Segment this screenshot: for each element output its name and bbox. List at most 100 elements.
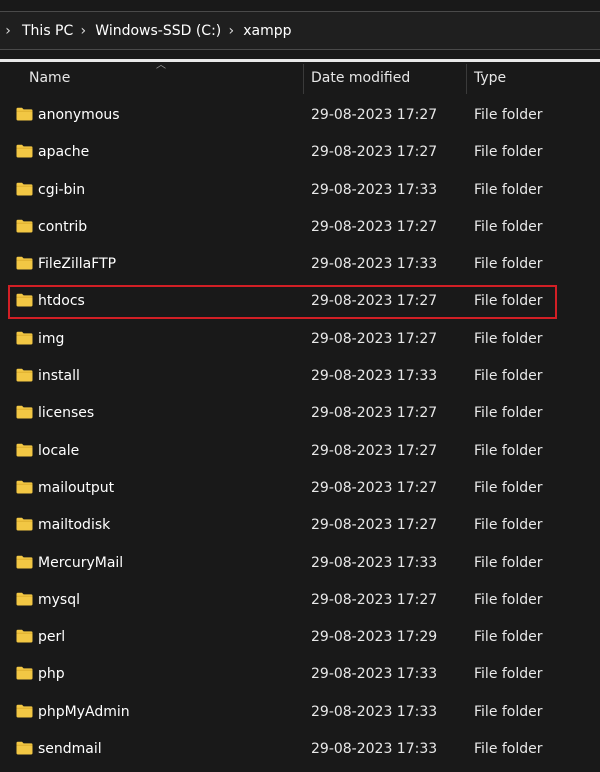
list-item[interactable]: FileZillaFTP 29-08-2023 17:33 File folder	[0, 246, 600, 283]
list-item[interactable]: cgi-bin 29-08-2023 17:33 File folder	[0, 172, 600, 209]
date-modified: 29-08-2023 17:27	[311, 479, 438, 496]
date-modified: 29-08-2023 17:33	[311, 703, 438, 720]
folder-icon	[16, 331, 33, 345]
folder-icon	[16, 741, 33, 755]
address-bar[interactable]: › This PC › Windows-SSD (C:) › xampp	[0, 11, 600, 50]
folder-icon	[16, 518, 33, 531]
folder-icon	[16, 219, 33, 233]
date-modified: 29-08-2023 17:29	[311, 629, 438, 646]
date-modified: 29-08-2023 17:27	[311, 218, 438, 235]
file-type: File folder	[474, 703, 543, 720]
breadcrumb-this-pc[interactable]: This PC	[22, 23, 73, 39]
date-modified: 29-08-2023 17:33	[311, 666, 438, 683]
folder-icon	[16, 555, 33, 569]
list-item[interactable]: contrib 29-08-2023 17:27 File folder	[0, 209, 600, 246]
date-modified: 29-08-2023 17:33	[311, 741, 438, 758]
file-name: licenses	[38, 405, 95, 422]
file-name: perl	[38, 629, 66, 646]
column-divider[interactable]	[466, 64, 467, 94]
file-name: apache	[38, 144, 90, 161]
date-modified: 29-08-2023 17:27	[311, 405, 438, 422]
list-item[interactable]: anonymous 29-08-2023 17:27 File folder	[0, 97, 600, 134]
file-type: File folder	[474, 517, 543, 534]
file-name: mailtodisk	[38, 517, 111, 534]
chevron-right-icon[interactable]: ›	[77, 23, 89, 39]
file-type: File folder	[474, 181, 543, 198]
breadcrumb-windows-ssd[interactable]: Windows-SSD (C:)	[95, 23, 221, 39]
list-item[interactable]: sendmail 29-08-2023 17:33 File folder	[0, 731, 600, 768]
list-item[interactable]: install 29-08-2023 17:33 File folder	[0, 358, 600, 395]
list-item[interactable]: mailtodisk 29-08-2023 17:27 File folder	[0, 507, 600, 544]
date-modified: 29-08-2023 17:33	[311, 181, 438, 198]
list-item[interactable]: php 29-08-2023 17:33 File folder	[0, 656, 600, 693]
list-item[interactable]: perl 29-08-2023 17:29 File folder	[0, 619, 600, 656]
file-type: File folder	[474, 405, 543, 422]
file-type: File folder	[474, 666, 543, 683]
file-name: MercuryMail	[38, 554, 124, 571]
list-item[interactable]: apache 29-08-2023 17:27 File folder	[0, 134, 600, 171]
breadcrumb-xampp[interactable]: xampp	[243, 23, 291, 39]
file-type: File folder	[474, 107, 543, 123]
folder-icon	[16, 592, 33, 606]
folder-icon	[16, 107, 33, 121]
list-item[interactable]: mysql 29-08-2023 17:27 File folder	[0, 582, 600, 619]
file-name: sendmail	[38, 741, 102, 758]
file-name: mysql	[38, 591, 80, 608]
folder-icon	[16, 256, 33, 270]
column-header-type[interactable]: Type	[474, 62, 506, 94]
date-modified: 29-08-2023 17:27	[311, 517, 438, 534]
date-modified: 29-08-2023 17:27	[311, 107, 438, 123]
file-type: File folder	[474, 293, 543, 310]
file-name: locale	[38, 442, 80, 459]
file-name: php	[38, 666, 65, 683]
date-modified: 29-08-2023 17:33	[311, 368, 438, 385]
list-item[interactable]: locale 29-08-2023 17:27 File folder	[0, 433, 600, 470]
date-modified: 29-08-2023 17:27	[311, 442, 438, 459]
file-type: File folder	[474, 554, 543, 571]
file-type: File folder	[474, 479, 543, 496]
list-item[interactable]: img 29-08-2023 17:27 File folder	[0, 321, 600, 358]
list-item[interactable]: htdocs 29-08-2023 17:27 File folder	[0, 283, 600, 320]
file-type: File folder	[474, 218, 543, 235]
file-list: anonymous 29-08-2023 17:27 File folder apac…	[0, 97, 600, 768]
column-header-name[interactable]: Name	[29, 62, 70, 94]
column-header-date-modified[interactable]: Date modified	[311, 62, 410, 94]
file-type: File folder	[474, 330, 543, 347]
folder-icon	[16, 443, 33, 457]
file-type: File folder	[474, 256, 543, 273]
date-modified: 29-08-2023 17:27	[311, 330, 438, 347]
chevron-up-icon: ︿	[156, 60, 166, 71]
date-modified: 29-08-2023 17:33	[311, 256, 438, 273]
date-modified: 29-08-2023 17:33	[311, 554, 438, 571]
column-header-row: ︿ Name Date modified Type	[0, 60, 600, 94]
folder-icon	[16, 704, 33, 718]
folder-icon	[16, 145, 33, 158]
file-name: cgi-bin	[38, 181, 86, 198]
file-name: FileZillaFTP	[38, 256, 117, 273]
date-modified: 29-08-2023 17:27	[311, 144, 438, 161]
column-divider[interactable]	[303, 64, 304, 94]
chevron-right-icon[interactable]: ›	[2, 23, 14, 39]
list-item[interactable]: licenses 29-08-2023 17:27 File folder	[0, 395, 600, 432]
folder-icon	[16, 182, 33, 196]
folder-icon	[16, 667, 33, 680]
folder-icon	[16, 368, 33, 382]
file-type: File folder	[474, 629, 543, 646]
file-name: install	[38, 368, 80, 385]
file-name: contrib	[38, 218, 88, 235]
file-name: anonymous	[38, 107, 120, 123]
list-item[interactable]: MercuryMail 29-08-2023 17:33 File folder	[0, 545, 600, 582]
list-item[interactable]: mailoutput 29-08-2023 17:27 File folder	[0, 470, 600, 507]
file-type: File folder	[474, 442, 543, 459]
file-name: htdocs	[38, 293, 85, 310]
file-type: File folder	[474, 144, 543, 161]
folder-icon	[16, 406, 33, 419]
folder-icon	[16, 294, 33, 307]
folder-icon	[16, 480, 33, 494]
file-name: img	[38, 330, 65, 347]
date-modified: 29-08-2023 17:27	[311, 293, 438, 310]
file-name: mailoutput	[38, 479, 115, 496]
chevron-right-icon[interactable]: ›	[225, 23, 237, 39]
list-item[interactable]: phpMyAdmin 29-08-2023 17:33 File folder	[0, 694, 600, 731]
file-type: File folder	[474, 368, 543, 385]
